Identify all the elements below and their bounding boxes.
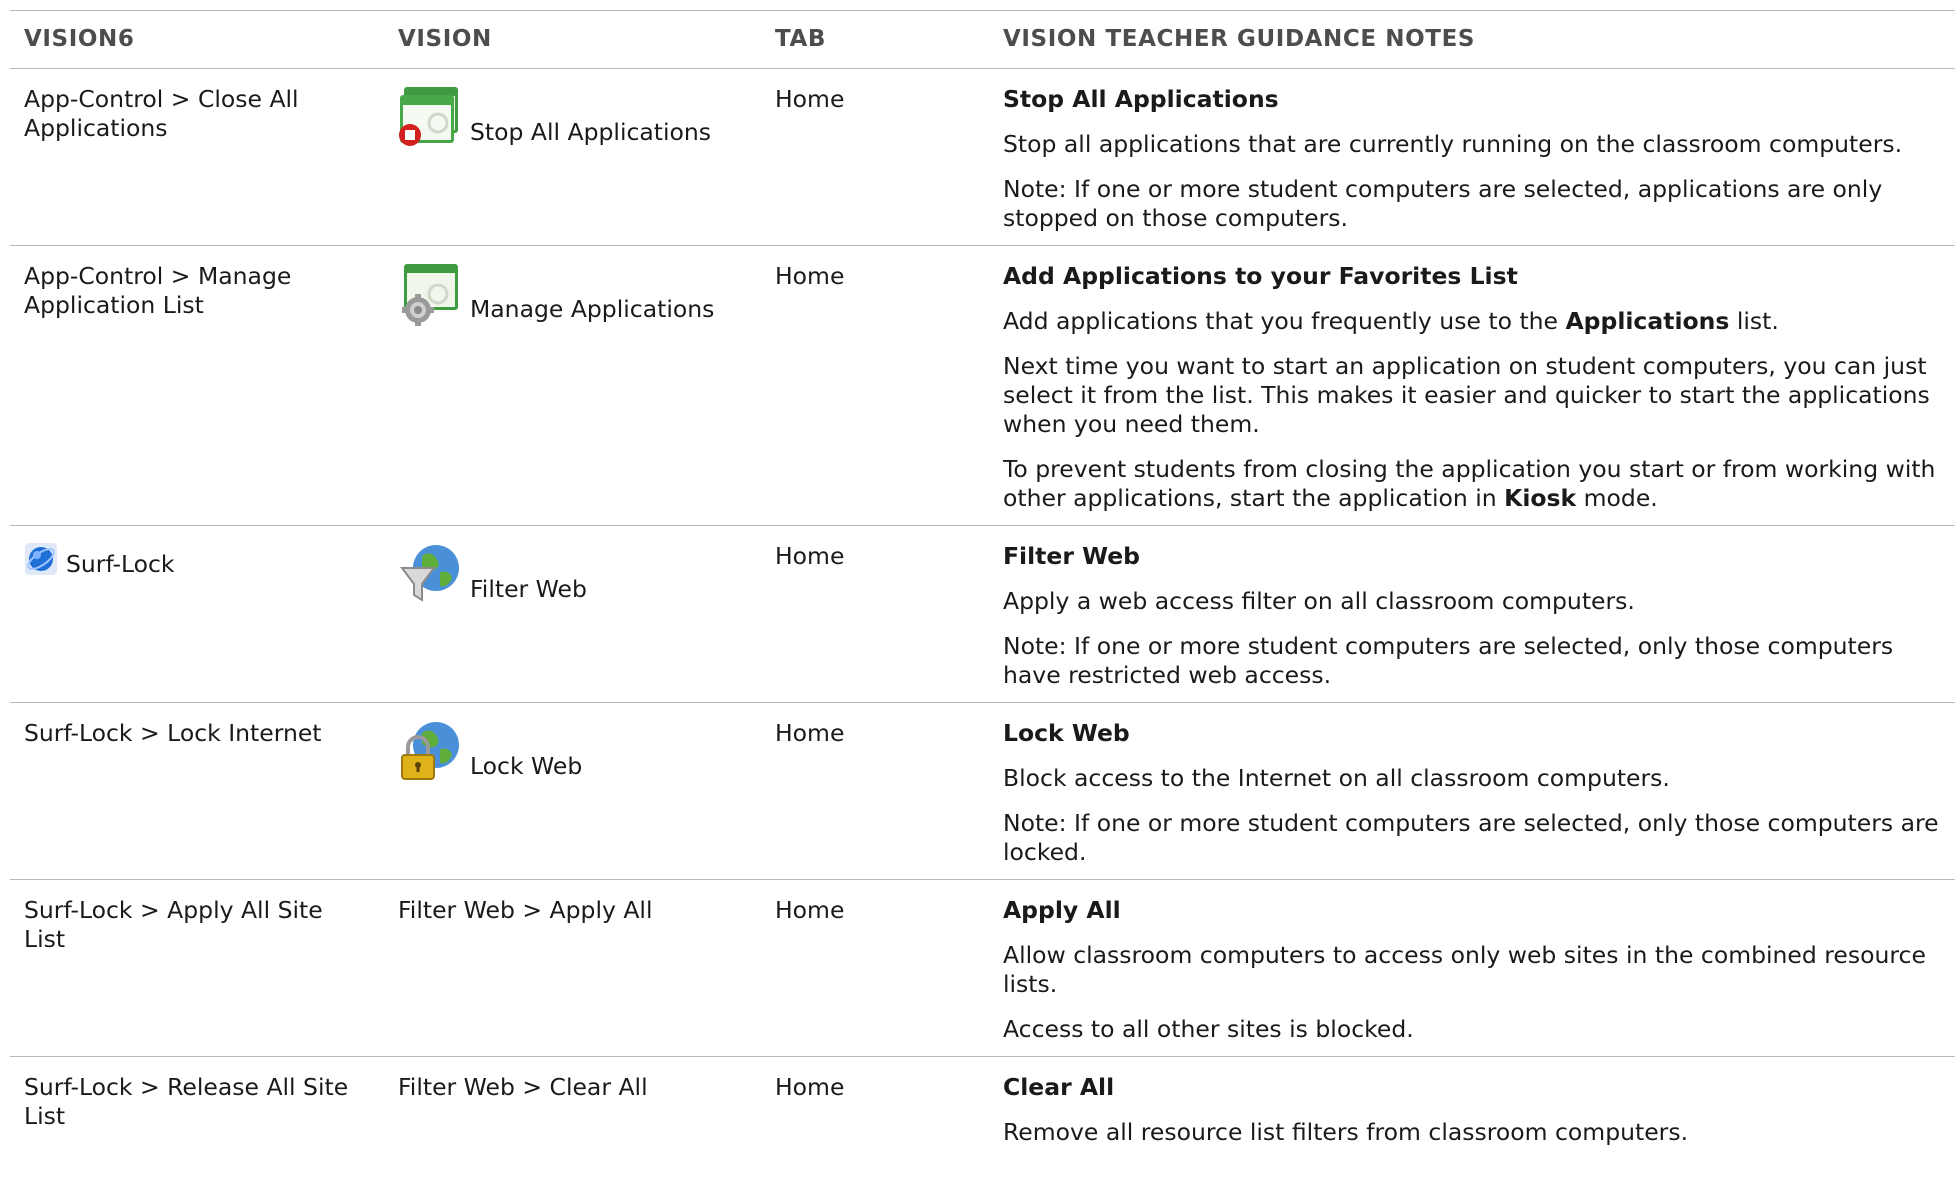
comparison-table: VISION6 VISION TAB VISION TEACHER GUIDAN… — [10, 10, 1955, 1159]
note-title: Add Applications to your Favorites List — [1003, 262, 1518, 290]
vision6-cell: Surf-Lock > Lock Internet — [10, 702, 384, 880]
note-paragraph: Note: If one or more student computers a… — [1003, 632, 1894, 689]
vision-label: Stop All Applications — [470, 118, 712, 146]
header-tab: TAB — [761, 10, 989, 69]
vision-cell: Filter Web > Clear All — [398, 1073, 648, 1101]
table-row: Surf-Lock Filter Web Home Filter Web App… — [10, 525, 1955, 703]
note-paragraph: Apply a web access filter on all classro… — [1003, 587, 1635, 615]
tab-cell: Home — [775, 1073, 845, 1101]
tab-cell: Home — [761, 68, 989, 246]
notes-cell: Lock Web Block access to the Internet on… — [989, 702, 1955, 880]
vision-cell: Filter Web > Apply All — [384, 879, 761, 1057]
lock-web-icon — [401, 722, 459, 780]
note-paragraph: Next time you want to start an applicati… — [1003, 352, 1930, 438]
vision6-cell: Surf-Lock > Release All Site List — [24, 1073, 349, 1130]
vision-label: Lock Web — [470, 752, 583, 780]
note-text: To prevent students from closing the app… — [1003, 455, 1936, 512]
header-guidance-notes: VISION TEACHER GUIDANCE NOTES — [989, 10, 1955, 69]
table-row: Surf-Lock > Apply All Site List Filter W… — [10, 879, 1955, 1057]
table-row: Surf-Lock > Lock Internet Lock Web Home — [10, 702, 1955, 880]
notes-cell: Stop All Applications Stop all applicati… — [989, 68, 1955, 246]
manage-applications-icon — [402, 264, 458, 326]
notes-cell: Clear All Remove all resource list filte… — [989, 1057, 1955, 1160]
table-row: App-Control > Close All Applications Sto… — [10, 68, 1955, 246]
vision6-cell: Surf-Lock — [24, 542, 370, 578]
note-paragraph: To prevent students from closing the app… — [1003, 455, 1941, 513]
note-paragraph: Note: If one or more student computers a… — [1003, 175, 1883, 232]
vision6-cell: Surf-Lock > Apply All Site List — [10, 879, 384, 1057]
note-paragraph: Add applications that you frequently use… — [1003, 307, 1941, 336]
note-title: Clear All — [1003, 1073, 1115, 1101]
note-paragraph: Allow classroom computers to access only… — [1003, 941, 1926, 998]
notes-cell: Add Applications to your Favorites List … — [989, 245, 1955, 526]
header-vision6: VISION6 — [10, 10, 384, 69]
notes-cell: Filter Web Apply a web access filter on … — [989, 525, 1955, 703]
filter-web-icon — [400, 545, 459, 602]
vision-label: Manage Applications — [470, 295, 715, 323]
note-paragraph: Stop all applications that are currently… — [1003, 130, 1903, 158]
vision-label: Filter Web — [470, 575, 587, 603]
vision6-cell: App-Control > Manage Application List — [10, 245, 384, 526]
vision-cell: Lock Web — [398, 719, 747, 783]
vision-cell: Manage Applications — [398, 262, 747, 326]
note-paragraph: Block access to the Internet on all clas… — [1003, 764, 1670, 792]
note-paragraph: Remove all resource list filters from cl… — [1003, 1118, 1689, 1146]
note-bold-text: Applications — [1565, 307, 1730, 335]
note-text: list. — [1729, 307, 1779, 335]
note-bold-text: Kiosk — [1504, 484, 1577, 512]
header-vision: VISION — [384, 10, 761, 69]
note-paragraph: Note: If one or more student computers a… — [1003, 809, 1939, 866]
note-text: Add applications that you frequently use… — [1003, 307, 1566, 335]
note-title: Stop All Applications — [1003, 85, 1279, 113]
tab-cell: Home — [761, 702, 989, 880]
tab-cell: Home — [761, 525, 989, 703]
table-row: App-Control > Manage Application List Ma… — [10, 245, 1955, 526]
vision-cell: Filter Web — [398, 542, 747, 606]
tab-cell: Home — [761, 879, 989, 1057]
vision-cell: Stop All Applications — [398, 85, 747, 149]
vision6-cell: App-Control > Close All Applications — [10, 68, 384, 246]
stop-applications-icon — [399, 87, 458, 146]
vision6-label: Surf-Lock — [66, 550, 175, 578]
note-text: mode. — [1576, 484, 1658, 512]
note-paragraph: Access to all other sites is blocked. — [1003, 1015, 1414, 1043]
tab-cell: Home — [761, 245, 989, 526]
surf-lock-icon — [25, 543, 57, 575]
note-title: Apply All — [1003, 896, 1121, 924]
notes-cell: Apply All Allow classroom computers to a… — [989, 879, 1955, 1057]
note-title: Filter Web — [1003, 542, 1140, 570]
table-header-row: VISION6 VISION TAB VISION TEACHER GUIDAN… — [10, 10, 1955, 69]
table-row: Surf-Lock > Release All Site List Filter… — [10, 1057, 1955, 1160]
note-title: Lock Web — [1003, 719, 1130, 747]
